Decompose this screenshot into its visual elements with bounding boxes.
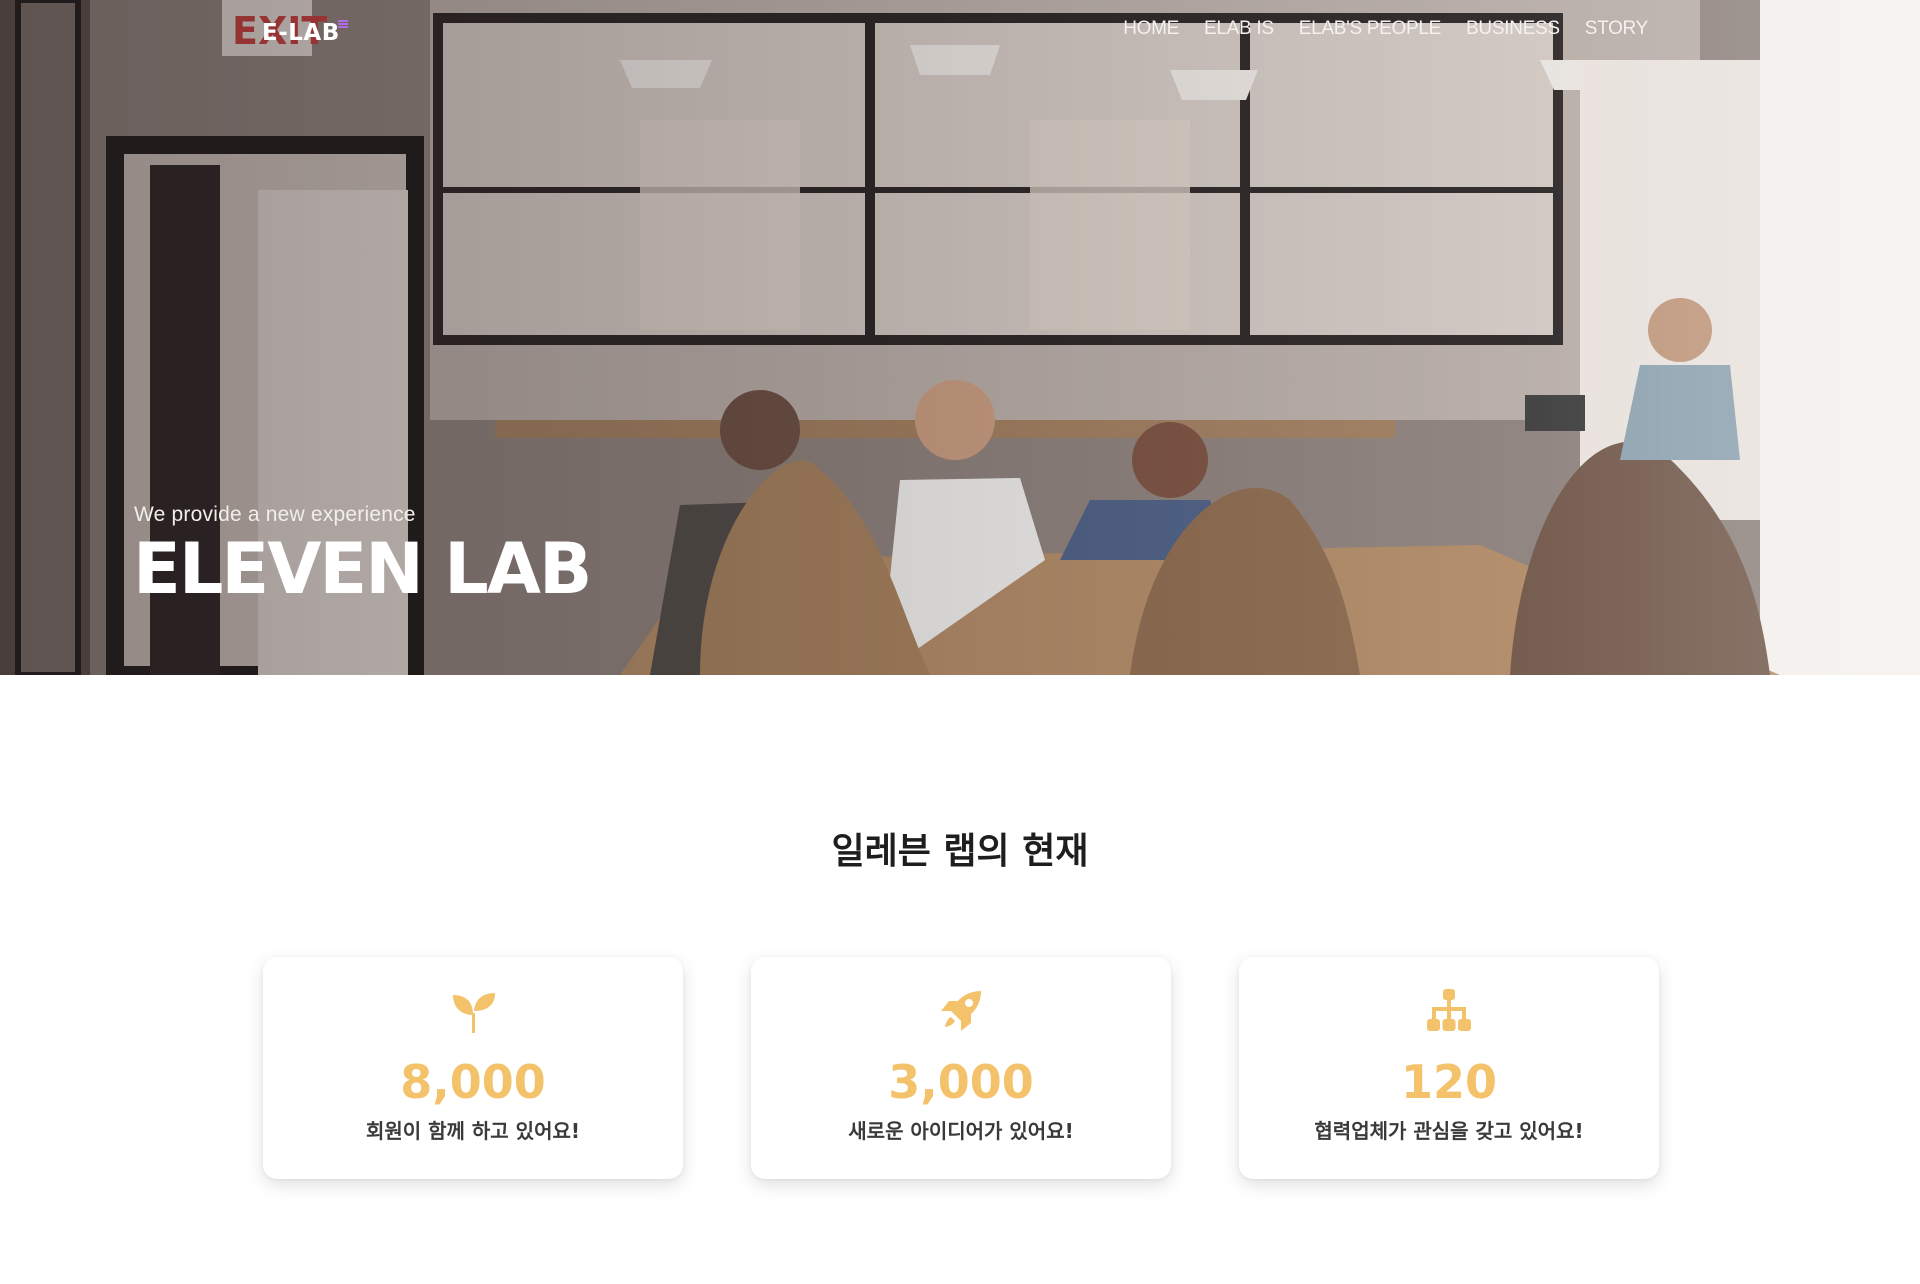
logo-mark-icon [338,20,348,28]
site-logo[interactable]: E-LAB [262,20,340,46]
main-navigation: HOME ELAB IS ELAB'S PEOPLE BUSINESS STOR… [1123,18,1648,40]
nav-story[interactable]: STORY [1585,18,1649,40]
nav-business[interactable]: BUSINESS [1466,18,1560,40]
stats-section-title: 일레븐 랩의 현재 [831,831,1089,872]
rocket-icon [941,991,981,1031]
stat-value: 3,000 [888,1055,1034,1109]
hero-banner: EXIT E-LAB HOME ELAB IS ELAB'S PEOPLE [0,0,1920,675]
stat-card-members: 8,000 회원이 함께 하고 있어요! [263,957,683,1179]
stats-cards: 8,000 회원이 함께 하고 있어요! 3,000 새로운 아이디어가 있어요… [263,957,1659,1179]
stat-label: 회원이 함께 하고 있어요! [365,1119,580,1143]
stat-label: 협력업체가 관심을 갖고 있어요! [1314,1119,1584,1143]
sitemap-icon [1427,989,1471,1031]
seedling-icon [453,993,495,1033]
stat-label: 새로운 아이디어가 있어요! [848,1119,1074,1143]
hero-tagline: We provide a new experience [134,503,416,526]
nav-elabs-people[interactable]: ELAB'S PEOPLE [1299,18,1442,40]
nav-home[interactable]: HOME [1123,18,1179,40]
hero-title: ELEVEN LAB [133,528,592,610]
stat-card-partners: 120 협력업체가 관심을 갖고 있어요! [1239,957,1659,1179]
nav-elab-is[interactable]: ELAB IS [1204,18,1274,40]
stat-value: 120 [1400,1055,1498,1109]
stat-value: 8,000 [400,1055,546,1109]
stat-card-ideas: 3,000 새로운 아이디어가 있어요! [751,957,1171,1179]
